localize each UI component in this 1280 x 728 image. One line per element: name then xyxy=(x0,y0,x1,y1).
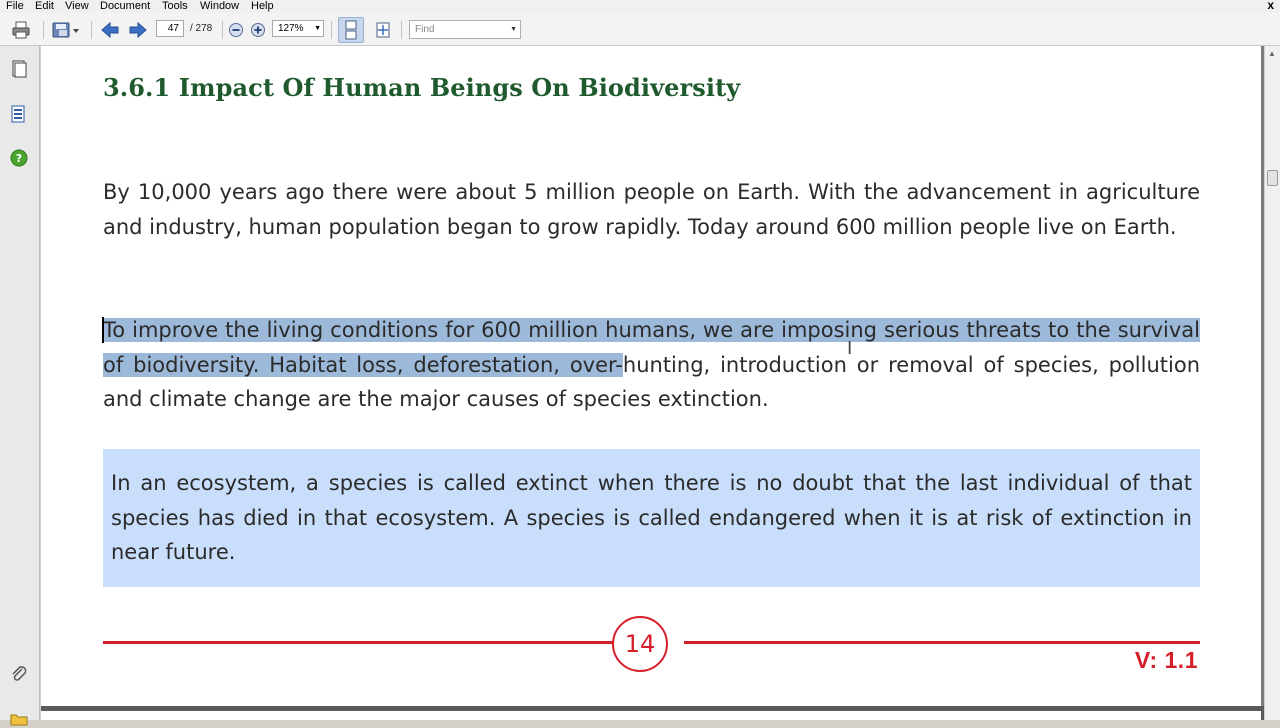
save-icon xyxy=(52,22,79,38)
toolbar-separator xyxy=(91,21,92,39)
attachment-icon[interactable] xyxy=(10,665,28,683)
menu-help[interactable]: Help xyxy=(251,0,274,12)
find-input[interactable]: Find ▼ xyxy=(409,20,521,39)
current-page-input[interactable]: 47 xyxy=(156,20,184,37)
toolbar-separator xyxy=(331,21,332,39)
footer-rule-left xyxy=(103,641,638,644)
save-button[interactable] xyxy=(52,19,80,41)
definition-callout: In an ecosystem, a species is called ext… xyxy=(103,449,1200,587)
pdf-page: 3.6.1 Impact Of Human Beings On Biodiver… xyxy=(41,46,1261,706)
navigation-panel: ? xyxy=(0,46,40,726)
footer-rule-right xyxy=(684,641,1200,644)
next-page-button[interactable] xyxy=(128,19,148,41)
version-label: V: 1.1 xyxy=(1134,647,1198,673)
menu-file[interactable]: File xyxy=(6,0,24,12)
zoom-select[interactable]: 127% ▼ xyxy=(272,20,324,37)
section-heading: 3.6.1 Impact Of Human Beings On Biodiver… xyxy=(103,73,741,102)
page-total-label: / 278 xyxy=(190,23,213,34)
pages-icon[interactable] xyxy=(10,60,28,78)
fit-page-icon xyxy=(376,22,390,38)
next-pdf-page xyxy=(41,711,1261,720)
paragraph-population[interactable]: By 10,000 years ago there were about 5 m… xyxy=(103,175,1200,244)
callout-text[interactable]: In an ecosystem, a species is called ext… xyxy=(111,466,1192,570)
menu-bar: File Edit View Document Tools Window Hel… xyxy=(0,0,1280,13)
toolbar-separator xyxy=(401,21,402,39)
page-layout-icon xyxy=(345,20,357,40)
print-button[interactable] xyxy=(11,19,31,41)
zoom-in-icon xyxy=(251,23,265,37)
toolbar-separator xyxy=(222,21,223,39)
zoom-out-icon xyxy=(229,23,243,37)
menu-tools[interactable]: Tools xyxy=(162,0,188,12)
menu-view[interactable]: View xyxy=(65,0,89,12)
toolbar: 47 / 278 127% ▼ Find ▼ xyxy=(0,13,1280,46)
scroll-thumb[interactable] xyxy=(1267,170,1278,186)
close-document-button[interactable]: x xyxy=(1267,0,1274,11)
page-number-badge: 14 xyxy=(612,616,668,672)
page-layout-button[interactable] xyxy=(338,17,364,43)
previous-page-button[interactable] xyxy=(100,19,120,41)
menu-edit[interactable]: Edit xyxy=(35,0,54,12)
text-cursor xyxy=(102,317,104,343)
chevron-down-icon: ▼ xyxy=(510,26,517,33)
zoom-in-button[interactable] xyxy=(250,19,266,41)
print-icon xyxy=(12,21,30,39)
scroll-up-icon[interactable]: ▲ xyxy=(1268,49,1276,58)
next-page-icon xyxy=(129,21,147,39)
vertical-scrollbar[interactable]: ▲ xyxy=(1264,46,1280,720)
chevron-down-icon: ▼ xyxy=(314,25,321,32)
paragraph-threats[interactable]: To improve the living conditions for 600… xyxy=(103,313,1200,417)
menu-window[interactable]: Window xyxy=(200,0,239,12)
prev-page-icon xyxy=(101,21,119,39)
bookmarks-icon[interactable] xyxy=(10,105,28,123)
document-viewport: 3.6.1 Impact Of Human Beings On Biodiver… xyxy=(41,46,1264,706)
help-icon[interactable]: ? xyxy=(10,149,28,167)
fit-page-button[interactable] xyxy=(373,19,393,41)
folder-icon[interactable] xyxy=(10,710,28,728)
page-number: 14 xyxy=(624,630,656,658)
toolbar-separator xyxy=(43,21,44,39)
menu-document[interactable]: Document xyxy=(100,0,150,12)
zoom-value: 127% xyxy=(278,23,304,34)
ibeam-cursor-icon: I xyxy=(847,338,853,359)
zoom-out-button[interactable] xyxy=(228,19,244,41)
svg-text:?: ? xyxy=(16,152,22,165)
find-placeholder: Find xyxy=(415,24,435,35)
